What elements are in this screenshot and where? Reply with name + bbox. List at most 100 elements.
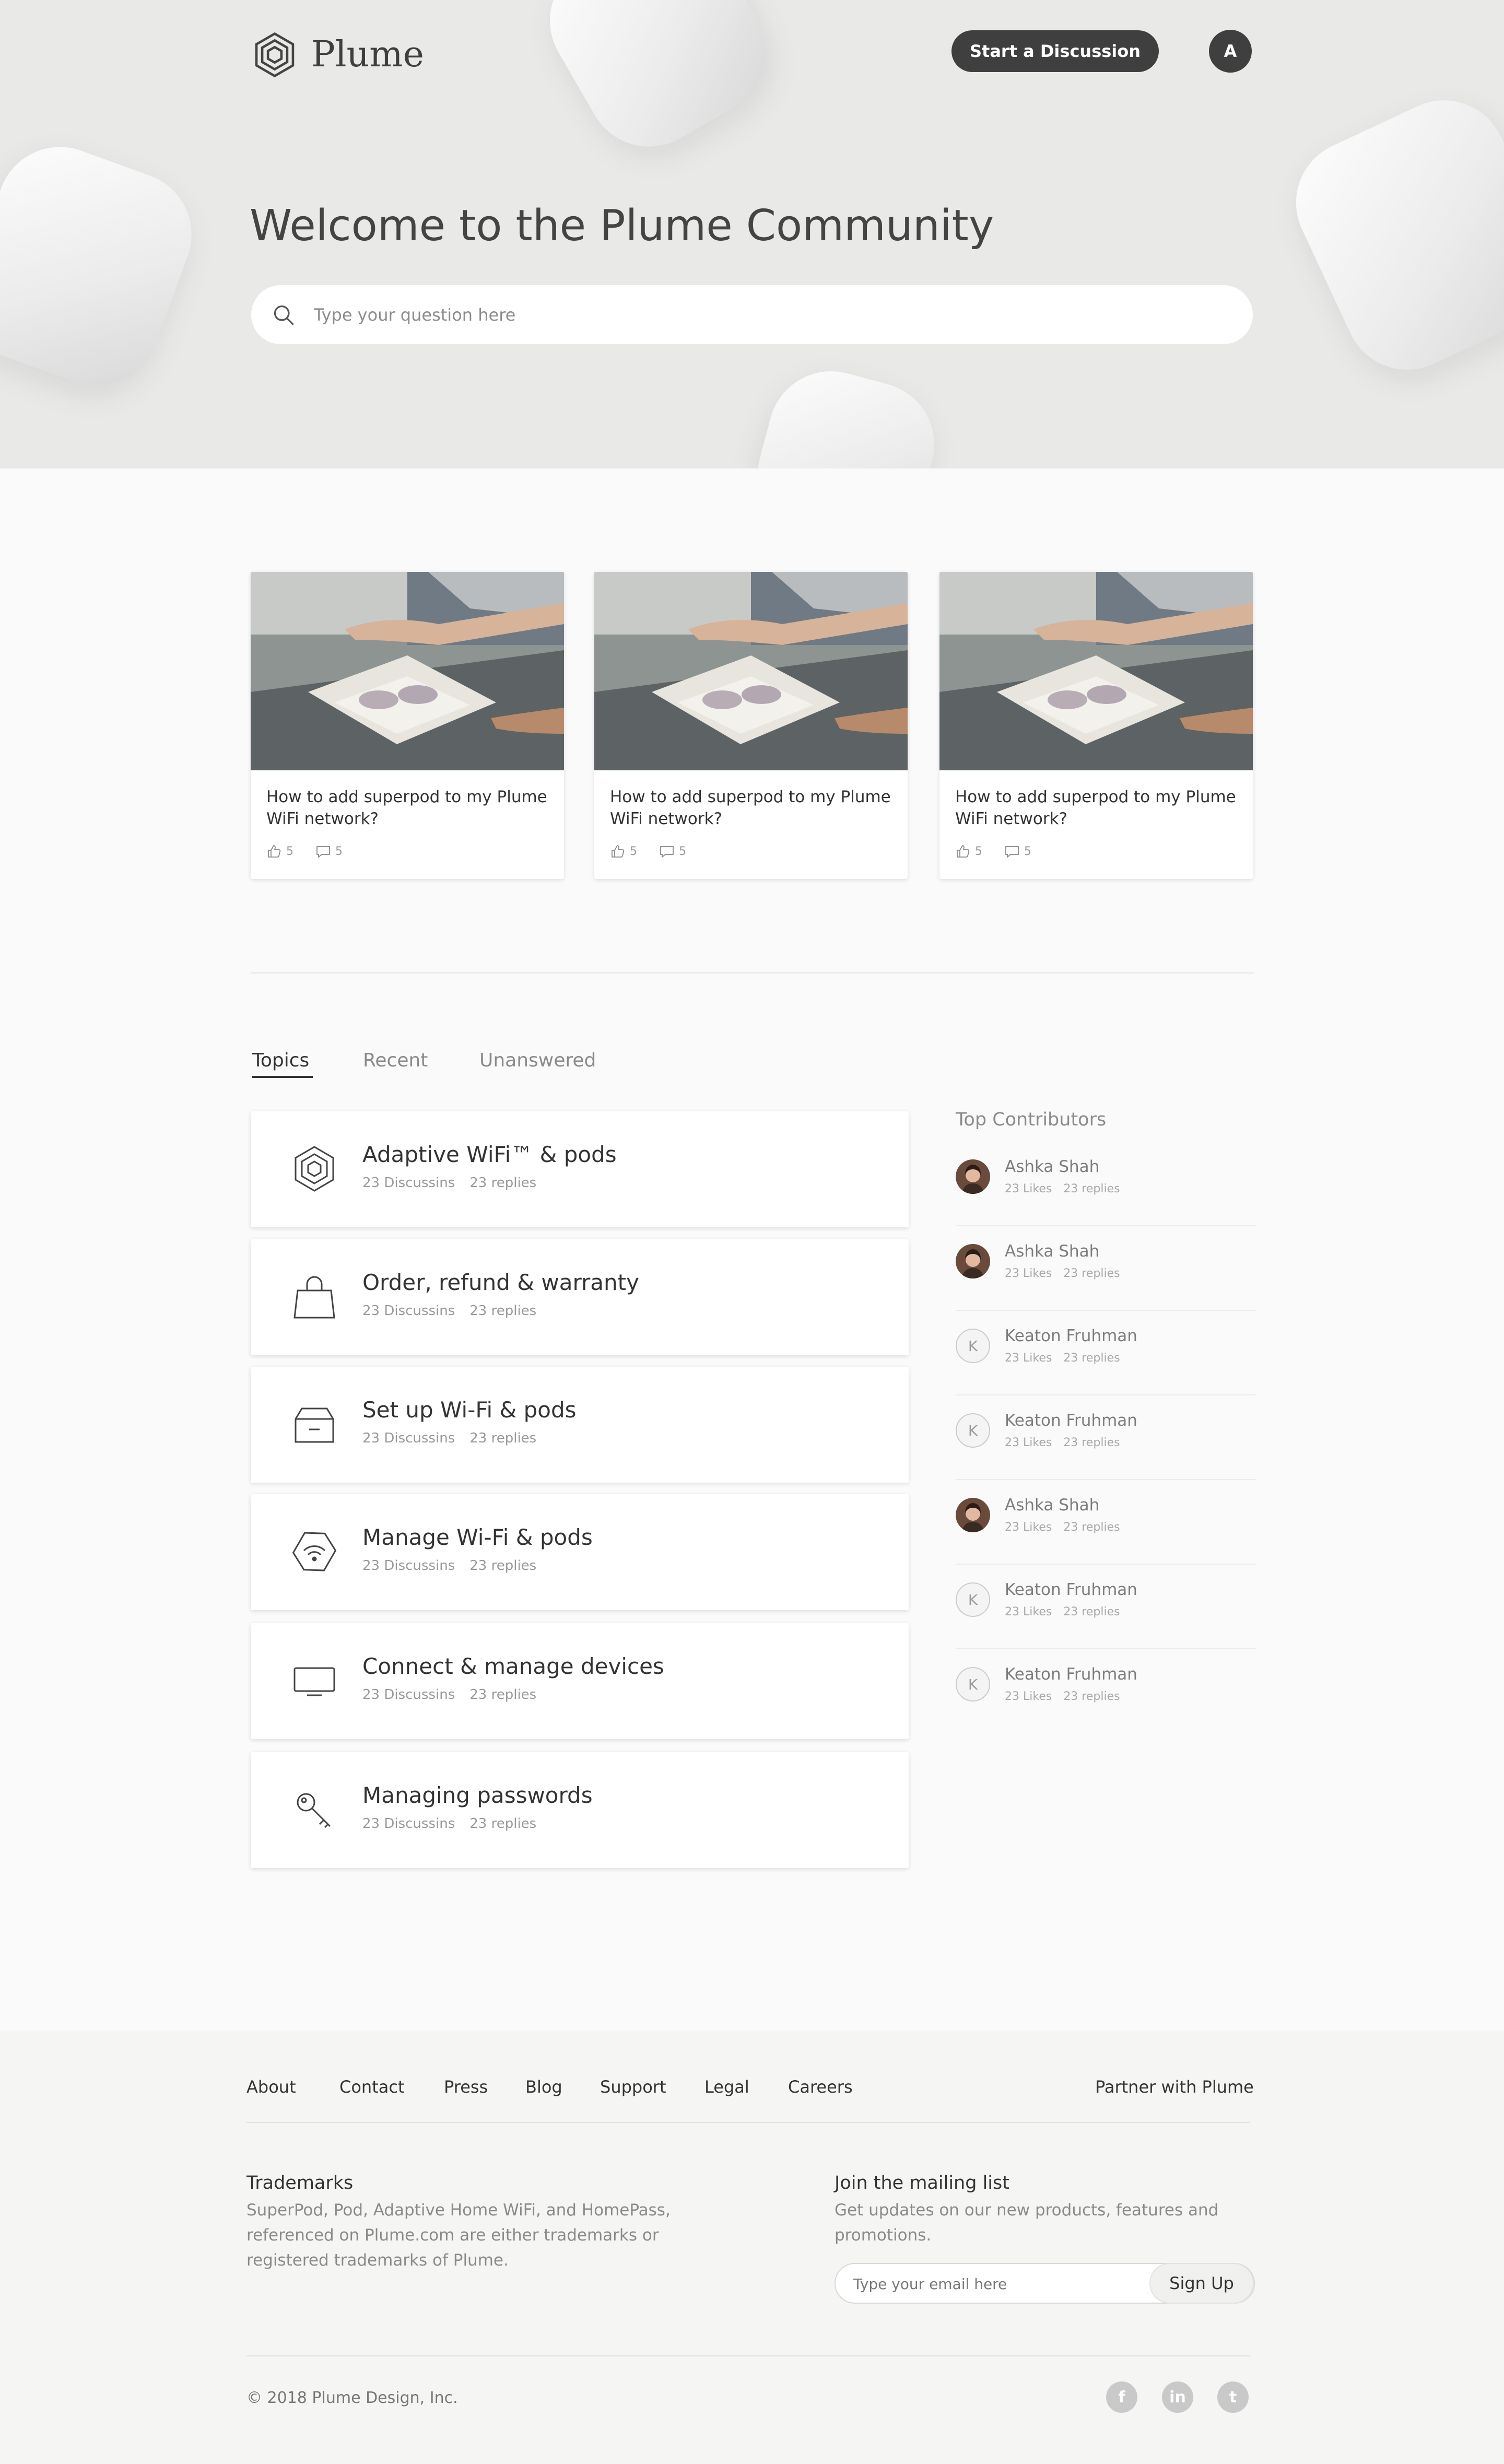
linkedin-icon[interactable]: in xyxy=(1162,2381,1193,2413)
topic-title[interactable]: Adaptive WiFi™ & pods xyxy=(362,1142,617,1167)
thumbs-up-icon[interactable] xyxy=(610,843,626,859)
topic-card[interactable]: Order, refund & warranty 23 Discussins 23 … xyxy=(251,1239,909,1355)
contributor-name[interactable]: Keaton Fruhman xyxy=(1005,1327,1137,1345)
user-avatar-button[interactable]: A xyxy=(1209,30,1252,73)
avatar: K xyxy=(956,1413,990,1448)
featured-article-card[interactable]: How to add superpod to my Plume WiFi net… xyxy=(251,572,564,879)
topic-card[interactable]: Managing passwords 23 Discussins 23 replie… xyxy=(251,1752,909,1868)
key-icon xyxy=(288,1784,340,1836)
tab-topics[interactable]: Topics xyxy=(252,1050,309,1071)
trademarks-title: Trademarks xyxy=(246,2173,354,2193)
contributor-item[interactable]: K Keaton Fruhman 23 Likes 23 replies xyxy=(956,1649,1256,1734)
footer-link-support[interactable]: Support xyxy=(600,2077,666,2097)
replies-count: 23 replies xyxy=(1063,1267,1120,1280)
thumbs-up-icon[interactable] xyxy=(955,843,971,859)
topic-stats: 23 Discussins 23 replies xyxy=(362,1558,536,1574)
plume-logo[interactable]: Plume xyxy=(251,27,424,82)
active-tab-indicator xyxy=(252,1076,313,1078)
topic-title[interactable]: Set up Wi-Fi & pods xyxy=(362,1397,577,1423)
contributor-item[interactable]: K Keaton Fruhman 23 Likes 23 replies xyxy=(956,1311,1256,1395)
contributor-name[interactable]: Keaton Fruhman xyxy=(1005,1665,1137,1684)
replies-count: 23 replies xyxy=(1063,1690,1120,1703)
box-icon xyxy=(288,1398,340,1450)
email-signup-form: Type your email here Sign Up xyxy=(835,2263,1255,2304)
comment-icon[interactable] xyxy=(1004,843,1020,859)
footer-divider xyxy=(246,2355,1250,2356)
footer-divider xyxy=(246,2122,1250,2123)
contributor-name[interactable]: Ashka Shah xyxy=(1005,1496,1099,1515)
section-divider xyxy=(251,972,1254,973)
reply-count: 23 replies xyxy=(469,1430,537,1446)
contributor-stats: 23 Likes 23 replies xyxy=(1005,1605,1120,1618)
twitter-icon[interactable]: t xyxy=(1217,2381,1249,2413)
sign-up-button[interactable]: Sign Up xyxy=(1149,2263,1254,2304)
contributor-stats: 23 Likes 23 replies xyxy=(1005,1267,1120,1280)
topic-stats: 23 Discussins 23 replies xyxy=(362,1175,536,1191)
contributor-name[interactable]: Ashka Shah xyxy=(1005,1242,1099,1261)
comment-icon[interactable] xyxy=(659,843,675,859)
reply-count: 23 replies xyxy=(469,1303,537,1319)
contributor-item[interactable]: Ashka Shah 23 Likes 23 replies xyxy=(956,1480,1256,1565)
logo-text: Plume xyxy=(311,34,425,75)
topic-title[interactable]: Connect & manage devices xyxy=(362,1653,664,1679)
article-title[interactable]: How to add superpod to my Plume WiFi net… xyxy=(955,786,1237,830)
topic-stats: 23 Discussins 23 replies xyxy=(362,1816,536,1832)
article-image xyxy=(594,572,908,770)
article-title[interactable]: How to add superpod to my Plume WiFi net… xyxy=(266,786,548,830)
footer-link-careers[interactable]: Careers xyxy=(788,2077,853,2097)
featured-article-card[interactable]: How to add superpod to my Plume WiFi net… xyxy=(939,572,1253,879)
facebook-icon[interactable]: f xyxy=(1106,2381,1137,2413)
contributor-name[interactable]: Keaton Fruhman xyxy=(1005,1411,1137,1430)
likes-count: 23 Likes xyxy=(1005,1182,1052,1195)
avatar xyxy=(956,1159,990,1194)
avatar: K xyxy=(956,1582,990,1617)
start-discussion-button[interactable]: Start a Discussion xyxy=(951,30,1159,72)
topic-card[interactable]: Set up Wi-Fi & pods 23 Discussins 23 repli… xyxy=(251,1367,909,1483)
tab-recent[interactable]: Recent xyxy=(363,1050,428,1071)
topic-title[interactable]: Managing passwords xyxy=(362,1782,593,1808)
contributor-item[interactable]: Ashka Shah 23 Likes 23 replies xyxy=(956,1226,1256,1311)
article-title[interactable]: How to add superpod to my Plume WiFi net… xyxy=(610,786,892,830)
mailing-list-text: Get updates on our new products, feature… xyxy=(835,2201,1219,2245)
avatar xyxy=(956,1498,990,1532)
featured-article-card[interactable]: How to add superpod to my Plume WiFi net… xyxy=(594,572,908,879)
discussion-count: 23 Discussins xyxy=(362,1430,455,1446)
contributor-stats: 23 Likes 23 replies xyxy=(1005,1690,1120,1703)
topic-card[interactable]: Connect & manage devices 23 Discussins 23 … xyxy=(251,1623,909,1739)
reply-count: 23 replies xyxy=(469,1175,537,1191)
replies-count: 23 replies xyxy=(1063,1605,1120,1618)
likes-count: 23 Likes xyxy=(1005,1605,1052,1618)
discussion-count: 23 Discussins xyxy=(362,1175,455,1191)
topic-card[interactable]: Manage Wi-Fi & pods 23 Discussins 23 repli… xyxy=(251,1494,909,1610)
contributor-item[interactable]: K Keaton Fruhman 23 Likes 23 replies xyxy=(956,1395,1256,1480)
contributor-name[interactable]: Keaton Fruhman xyxy=(1005,1580,1137,1599)
email-field[interactable]: Type your email here xyxy=(853,2275,1007,2293)
topic-stats: 23 Discussins 23 replies xyxy=(362,1430,536,1446)
like-count: 5 xyxy=(630,844,637,858)
search-input[interactable]: Type your question here xyxy=(314,305,515,325)
footer-link-press[interactable]: Press xyxy=(444,2077,488,2097)
footer-link-contact[interactable]: Contact xyxy=(339,2077,405,2097)
reply-count: 23 replies xyxy=(469,1816,537,1832)
comment-count: 5 xyxy=(335,844,343,858)
trademarks-text: SuperPod, Pod, Adaptive Home WiFi, and H… xyxy=(246,2201,671,2270)
like-count: 5 xyxy=(975,844,982,858)
footer-link-legal[interactable]: Legal xyxy=(704,2077,749,2097)
topic-title[interactable]: Manage Wi-Fi & pods xyxy=(362,1524,593,1550)
likes-count: 23 Likes xyxy=(1005,1267,1052,1280)
contributor-item[interactable]: K Keaton Fruhman 23 Likes 23 replies xyxy=(956,1565,1256,1649)
plume-logo-icon xyxy=(255,32,295,77)
contributor-name[interactable]: Ashka Shah xyxy=(1005,1157,1099,1176)
search-bar[interactable]: Type your question here xyxy=(251,285,1253,344)
tab-unanswered[interactable]: Unanswered xyxy=(479,1050,596,1071)
contributor-item[interactable]: Ashka Shah 23 Likes 23 replies xyxy=(956,1142,1256,1226)
topic-title[interactable]: Order, refund & warranty xyxy=(362,1270,639,1295)
comment-icon[interactable] xyxy=(315,843,331,859)
footer-link-blog[interactable]: Blog xyxy=(525,2077,562,2097)
footer-link-about[interactable]: About xyxy=(246,2077,296,2097)
partner-link[interactable]: Partner with Plume xyxy=(1095,2077,1254,2097)
thumbs-up-icon[interactable] xyxy=(266,843,282,859)
comment-count: 5 xyxy=(1024,844,1031,858)
topic-card[interactable]: Adaptive WiFi™ & pods 23 Discussins 23 rep… xyxy=(251,1111,909,1227)
avatar: K xyxy=(956,1667,990,1702)
